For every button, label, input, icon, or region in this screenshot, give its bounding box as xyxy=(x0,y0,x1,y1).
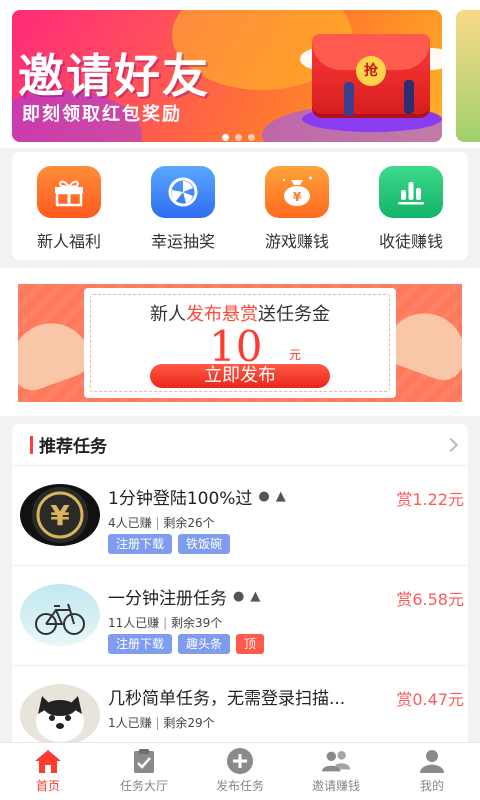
android-icon: ▲ xyxy=(275,489,286,504)
task-title-text: 1分钟登陆100%过 xyxy=(108,489,253,509)
profile-icon xyxy=(417,747,447,775)
home-icon xyxy=(33,747,63,775)
envelope-seal: 抢 xyxy=(356,56,386,86)
task-title-text: 几秒简单任务，无需登录扫描... xyxy=(108,689,346,709)
bottom-tab-bar: 首页 任务大厅 发布任务 邀请赚钱 我的 xyxy=(0,742,480,800)
tab-label: 发布任务 xyxy=(215,779,264,793)
invite-banner[interactable]: 邀请好友 即刻领取红包奖励 抢 xyxy=(12,10,442,142)
banner-subtitle: 即刻领取红包奖励 xyxy=(22,104,182,125)
tab-label: 邀请赚钱 xyxy=(311,779,360,793)
plus-circle-icon xyxy=(225,747,255,775)
task-meta: 11人已赚 | 剩余39个 xyxy=(108,616,223,630)
promo-section: 新人发布悬赏送任务金 10 元 立即发布 xyxy=(0,268,480,416)
publish-reward-promo[interactable]: 新人发布悬赏送任务金 10 元 立即发布 xyxy=(18,284,462,402)
chevron-right-icon[interactable] xyxy=(443,437,459,452)
android-icon: ▲ xyxy=(250,589,261,604)
task-earned: 4人已赚 xyxy=(108,516,152,530)
banner-section: 邀请好友 即刻领取红包奖励 抢 xyxy=(0,0,480,148)
promo-unit: 元 xyxy=(289,348,302,362)
banner-title: 邀请好友 xyxy=(18,49,210,103)
svg-text:¥: ¥ xyxy=(50,499,70,532)
task-title: 1分钟登陆100%过 ● ▲ xyxy=(108,484,286,509)
task-item[interactable]: ¥ 1分钟登陆100%过 ● ▲ 赏1.22元 4人已赚 | 剩余26个 注册下… xyxy=(12,466,468,566)
task-reward: 赏1.22元 xyxy=(396,490,464,509)
clipboard-icon xyxy=(129,747,159,775)
quick-menu: 新人福利 幸运抽奖 ¥ 游戏赚钱 收徒赚钱 xyxy=(12,152,468,260)
task-tag: 铁饭碗 xyxy=(178,534,231,554)
quick-item-label: 游戏赚钱 xyxy=(264,232,329,251)
task-meta: 4人已赚 | 剩余26个 xyxy=(108,516,215,530)
quick-item-game-earn[interactable]: ¥ 游戏赚钱 xyxy=(247,166,347,260)
carousel-dots xyxy=(222,134,255,141)
task-tags: 注册下载 铁饭碗 xyxy=(108,534,231,554)
bar-chart-icon xyxy=(379,166,443,218)
task-remaining: 剩余26个 xyxy=(163,516,215,530)
apple-icon: ● xyxy=(258,489,270,504)
tab-home[interactable]: 首页 xyxy=(0,743,96,800)
users-icon xyxy=(321,747,351,775)
task-title-text: 一分钟注册任务 xyxy=(108,589,227,609)
task-reward: 赏0.47元 xyxy=(396,690,464,709)
tab-invite-earn[interactable]: 邀请赚钱 xyxy=(288,743,384,800)
next-banner-peek[interactable] xyxy=(456,10,480,142)
recommended-tasks: 推荐任务 ¥ 1分钟登陆100%过 ● ▲ 赏1.22元 4人已赚 | 剩余26… xyxy=(12,424,468,744)
wheel-icon xyxy=(151,166,215,218)
coin-avatar: ¥ xyxy=(20,484,100,546)
tab-publish-task[interactable]: 发布任务 xyxy=(192,743,288,800)
quick-item-label: 幸运抽奖 xyxy=(150,232,215,251)
gift-icon xyxy=(37,166,101,218)
task-earned: 11人已赚 xyxy=(108,616,160,630)
quick-item-newbie-welfare[interactable]: 新人福利 xyxy=(19,166,119,260)
person-figure xyxy=(404,80,414,114)
cat-avatar xyxy=(20,684,100,744)
promo-title-suffix: 送任务金 xyxy=(258,304,330,325)
task-item[interactable]: 一分钟注册任务 ● ▲ 赏6.58元 11人已赚 | 剩余39个 注册下载 趣头… xyxy=(12,566,468,666)
section-header[interactable]: 推荐任务 xyxy=(12,424,468,466)
task-item[interactable]: 几秒简单任务，无需登录扫描... 赏0.47元 1人已赚 | 剩余29个 xyxy=(12,666,468,744)
publish-now-button[interactable]: 立即发布 xyxy=(150,364,330,388)
task-title: 一分钟注册任务 ● ▲ xyxy=(108,584,260,609)
quick-item-lucky-draw[interactable]: 幸运抽奖 xyxy=(133,166,233,260)
task-remaining: 剩余39个 xyxy=(170,616,223,630)
money-bag-icon: ¥ xyxy=(265,166,329,218)
svg-text:¥: ¥ xyxy=(293,190,302,204)
task-tags: 注册下载 趣头条 顶 xyxy=(108,634,265,654)
top-tag: 顶 xyxy=(236,634,265,654)
title-accent-bar xyxy=(30,435,33,454)
quick-item-label: 收徒赚钱 xyxy=(378,232,443,251)
task-tag: 趣头条 xyxy=(178,634,231,654)
person-figure xyxy=(344,82,354,116)
promo-title-prefix: 新人 xyxy=(150,304,186,325)
quick-item-apprentice-earn[interactable]: 收徒赚钱 xyxy=(361,166,461,260)
quick-item-label: 新人福利 xyxy=(36,232,101,251)
bicycle-avatar xyxy=(20,584,100,646)
tab-label: 首页 xyxy=(35,779,60,793)
task-tag: 注册下载 xyxy=(108,634,173,654)
task-reward: 赏6.58元 xyxy=(396,590,464,609)
tab-label: 任务大厅 xyxy=(119,779,168,793)
task-title: 几秒简单任务，无需登录扫描... xyxy=(108,684,345,709)
tab-mine[interactable]: 我的 xyxy=(384,743,480,800)
task-meta: 1人已赚 | 剩余29个 xyxy=(108,716,215,730)
apple-icon: ● xyxy=(233,589,245,604)
section-title-text: 推荐任务 xyxy=(39,437,107,457)
tab-task-hall[interactable]: 任务大厅 xyxy=(96,743,192,800)
section-title: 推荐任务 xyxy=(30,432,107,457)
task-remaining: 剩余29个 xyxy=(163,716,215,730)
task-earned: 1人已赚 xyxy=(108,716,152,730)
promo-card: 新人发布悬赏送任务金 10 元 立即发布 xyxy=(84,288,396,398)
task-tag: 注册下载 xyxy=(108,534,173,554)
tab-label: 我的 xyxy=(419,779,444,793)
